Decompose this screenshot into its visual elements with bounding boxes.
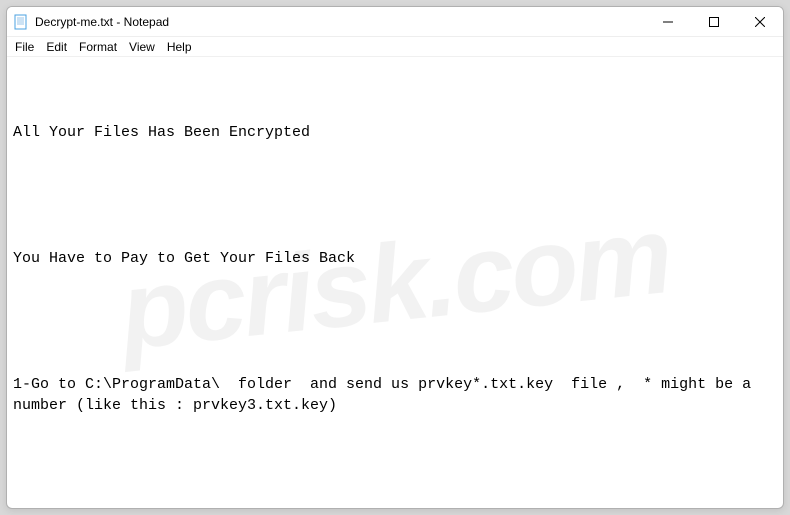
notepad-icon: [13, 14, 29, 30]
notepad-window: Decrypt-me.txt - Notepad File Edit Forma…: [6, 6, 784, 509]
text-line: 1-Go to C:\ProgramData\ folder and send …: [13, 374, 777, 416]
titlebar: Decrypt-me.txt - Notepad: [7, 7, 783, 37]
window-controls: [645, 7, 783, 36]
menu-format[interactable]: Format: [73, 39, 123, 55]
text-line: [13, 185, 777, 206]
close-button[interactable]: [737, 7, 783, 37]
menubar: File Edit Format View Help: [7, 37, 783, 57]
text-line: [13, 458, 777, 479]
menu-view[interactable]: View: [123, 39, 161, 55]
maximize-button[interactable]: [691, 7, 737, 37]
text-line: You Have to Pay to Get Your Files Back: [13, 248, 777, 269]
text-area[interactable]: pcrisk.com All Your Files Has Been Encry…: [7, 57, 783, 508]
text-line: All Your Files Has Been Encrypted: [13, 122, 777, 143]
menu-edit[interactable]: Edit: [40, 39, 73, 55]
minimize-button[interactable]: [645, 7, 691, 37]
menu-help[interactable]: Help: [161, 39, 198, 55]
window-title: Decrypt-me.txt - Notepad: [35, 15, 645, 29]
text-line: [13, 311, 777, 332]
menu-file[interactable]: File: [9, 39, 40, 55]
